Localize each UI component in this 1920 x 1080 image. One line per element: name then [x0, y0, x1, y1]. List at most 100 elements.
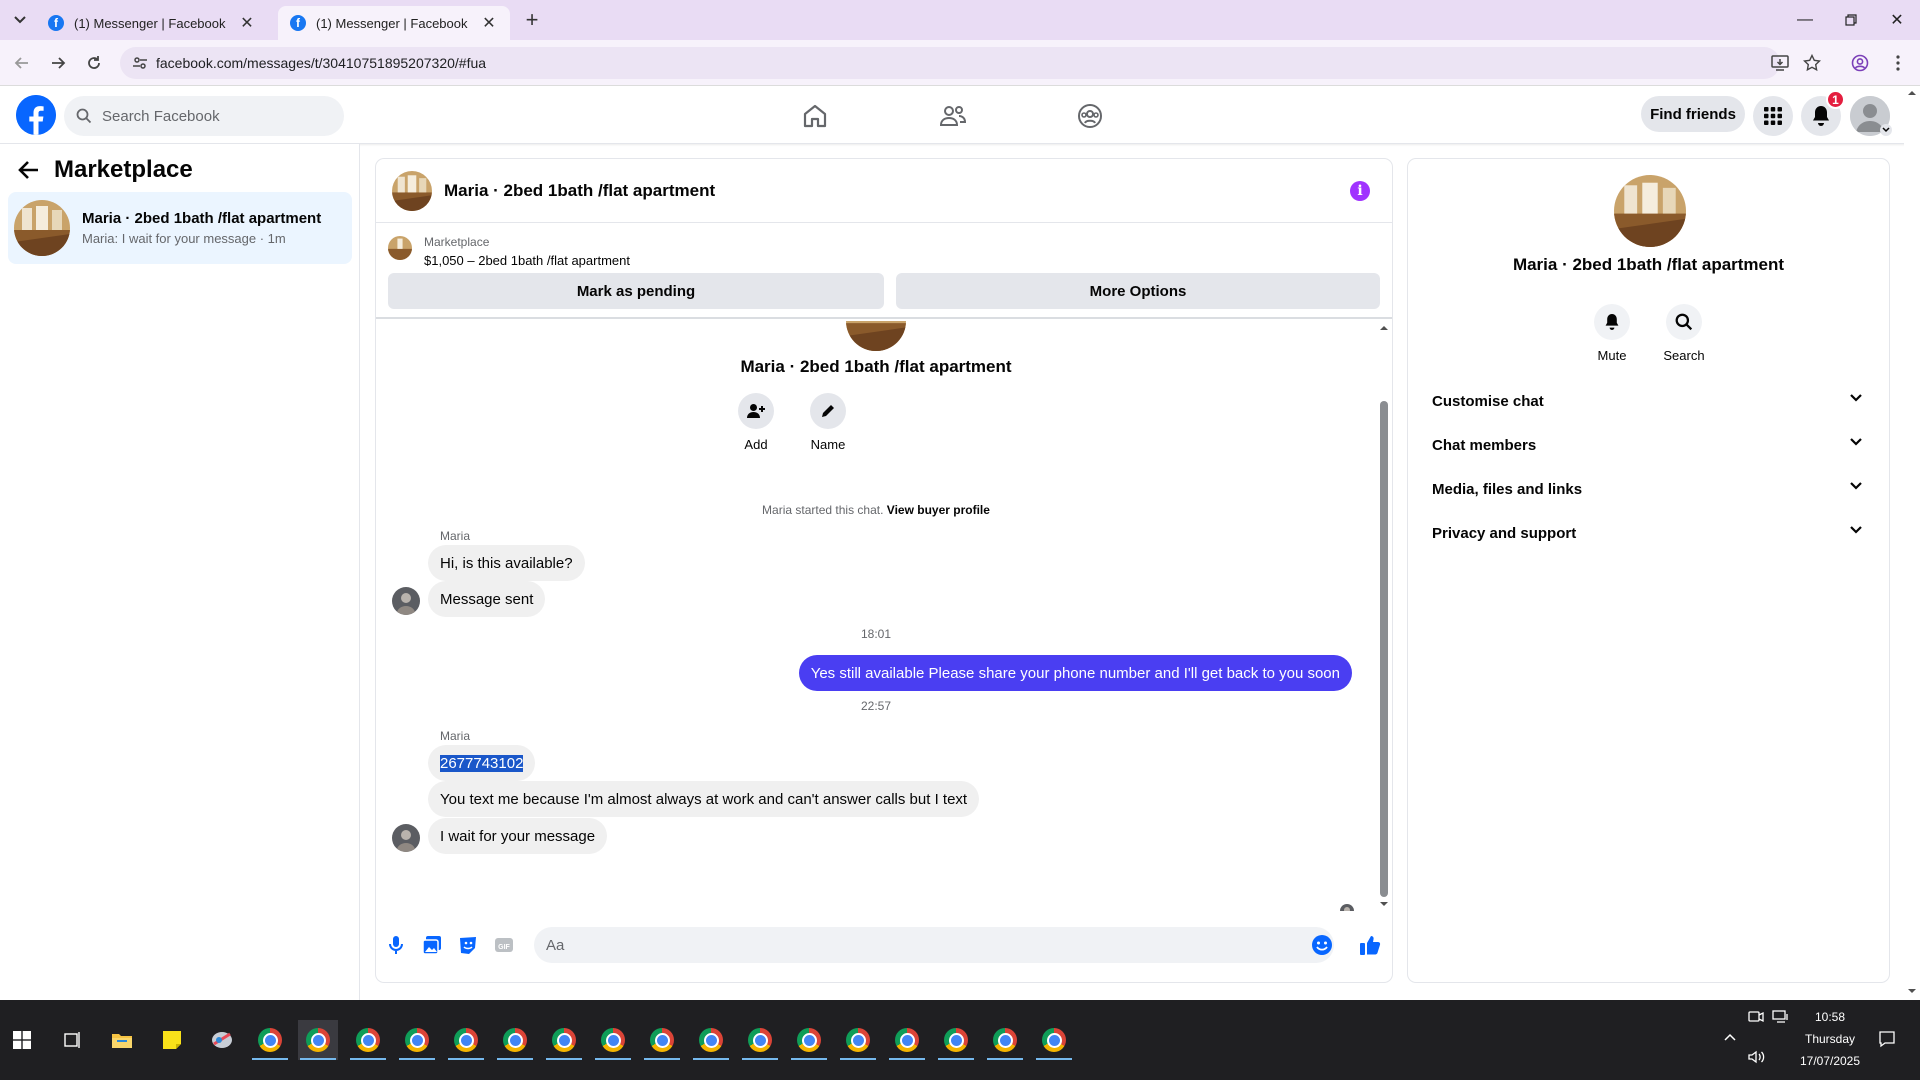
menu-grid-button[interactable] — [1753, 96, 1793, 136]
sender-avatar[interactable] — [392, 824, 420, 852]
clock-time[interactable]: 10:58 — [1800, 1010, 1860, 1024]
message-bubble[interactable]: You text me because I'm almost always at… — [428, 781, 980, 817]
back-arrow-icon[interactable] — [18, 160, 40, 180]
new-tab-button[interactable]: + — [520, 7, 544, 32]
windows-start-icon[interactable] — [2, 1020, 42, 1060]
chrome-window-icon[interactable] — [1034, 1020, 1074, 1060]
message-bubble[interactable]: 2677743102 — [428, 745, 536, 781]
add-people-button[interactable]: Add — [726, 393, 786, 452]
close-window-button[interactable]: ✕ — [1874, 0, 1920, 40]
mute-button[interactable]: Mute — [1582, 304, 1642, 363]
chrome-window-icon[interactable] — [250, 1020, 290, 1060]
back-button[interactable] — [10, 51, 34, 75]
chat-title[interactable]: Maria · 2bed 1bath /flat apartment — [444, 181, 715, 201]
chrome-window-icon[interactable] — [887, 1020, 927, 1060]
forward-button[interactable] — [46, 51, 70, 75]
facebook-search-input[interactable]: Search Facebook — [64, 96, 344, 136]
groups-icon[interactable] — [1072, 98, 1108, 134]
scroll-down-icon[interactable] — [1376, 899, 1392, 909]
message-bubble[interactable]: I wait for your message — [428, 818, 608, 854]
system-message-text: Maria started this chat. — [762, 503, 884, 517]
browser-tab-1[interactable]: f (1) Messenger | Facebook ✕ — [36, 6, 268, 40]
friends-icon[interactable] — [935, 98, 971, 134]
view-buyer-profile-link[interactable]: View buyer profile — [887, 503, 990, 517]
message-thread: Maria · 2bed 1bath /flat apartment Add N… — [376, 321, 1376, 911]
more-options-button[interactable]: More Options — [896, 273, 1380, 309]
chrome-window-icon[interactable] — [838, 1020, 878, 1060]
privacy-support-section[interactable]: Privacy and support — [1416, 511, 1881, 555]
url-field[interactable]: facebook.com/messages/t/3041075189520732… — [120, 47, 1780, 79]
sender-avatar[interactable] — [392, 587, 420, 615]
chrome-window-icon[interactable] — [397, 1020, 437, 1060]
thread-scrollbar[interactable] — [1376, 321, 1392, 911]
mark-as-pending-button[interactable]: Mark as pending — [388, 273, 884, 309]
hidden-icons-chevron-up-icon[interactable] — [1723, 1032, 1737, 1042]
chat-members-section[interactable]: Chat members — [1416, 423, 1881, 467]
scroll-up-icon[interactable] — [1904, 88, 1920, 98]
photo-icon[interactable] — [420, 933, 444, 957]
chrome-window-icon[interactable] — [691, 1020, 731, 1060]
notification-center-icon[interactable] — [1878, 1030, 1896, 1048]
task-view-icon[interactable] — [52, 1020, 92, 1060]
close-tab-icon[interactable]: ✕ — [480, 14, 498, 32]
message-input[interactable]: Aa — [534, 927, 1334, 963]
browser-tab-2[interactable]: f (1) Messenger | Facebook ✕ — [278, 6, 510, 40]
outgoing-message-bubble[interactable]: Yes still available Please share your ph… — [798, 655, 1352, 691]
bookmark-star-icon[interactable] — [1800, 51, 1824, 75]
like-thumbs-up-icon[interactable] — [1358, 933, 1382, 957]
meet-now-icon[interactable] — [1748, 1010, 1764, 1024]
facebook-logo-icon[interactable] — [16, 95, 56, 135]
chrome-window-icon[interactable] — [446, 1020, 486, 1060]
browser-menu-icon[interactable] — [1886, 51, 1910, 75]
emoji-icon[interactable] — [1310, 933, 1334, 957]
media-files-links-section[interactable]: Media, files and links — [1416, 467, 1881, 511]
close-tab-icon[interactable]: ✕ — [238, 14, 256, 32]
volume-icon[interactable] — [1748, 1050, 1766, 1064]
scroll-up-icon[interactable] — [1376, 323, 1392, 333]
listing-thumbnail[interactable] — [388, 236, 412, 260]
snipping-tool-icon[interactable] — [202, 1020, 242, 1060]
scroll-thumb[interactable] — [1380, 401, 1388, 897]
chevron-down-icon[interactable] — [1880, 124, 1892, 136]
chrome-window-icon[interactable] — [740, 1020, 780, 1060]
home-icon[interactable] — [797, 98, 833, 134]
page-scrollbar[interactable] — [1904, 86, 1920, 1000]
clock-date[interactable]: 17/07/2025 — [1796, 1054, 1864, 1068]
microphone-icon[interactable] — [384, 933, 408, 957]
sticker-icon[interactable] — [456, 933, 480, 957]
file-explorer-icon[interactable] — [102, 1020, 142, 1060]
chrome-window-icon[interactable] — [936, 1020, 976, 1060]
chrome-window-icon[interactable] — [642, 1020, 682, 1060]
customise-chat-section[interactable]: Customise chat — [1416, 379, 1881, 423]
chrome-window-icon[interactable] — [789, 1020, 829, 1060]
chrome-window-icon[interactable] — [348, 1020, 388, 1060]
info-icon[interactable]: i — [1350, 181, 1370, 201]
sticky-notes-icon[interactable] — [152, 1020, 192, 1060]
clock-day[interactable]: Thursday — [1800, 1032, 1860, 1046]
restore-button[interactable] — [1828, 0, 1874, 40]
chrome-window-icon[interactable] — [593, 1020, 633, 1060]
message-bubble[interactable]: Hi, is this available? — [428, 545, 585, 581]
install-app-icon[interactable] — [1768, 51, 1792, 75]
chrome-window-icon[interactable] — [544, 1020, 584, 1060]
chrome-window-icon[interactable] — [985, 1020, 1025, 1060]
scroll-down-icon[interactable] — [1904, 986, 1920, 996]
message-bubble[interactable]: Message sent — [428, 581, 546, 617]
search-in-chat-button[interactable]: Search — [1654, 304, 1714, 363]
name-chat-button[interactable]: Name — [798, 393, 858, 452]
reload-button[interactable] — [82, 51, 106, 75]
listing-price-title[interactable]: $1,050 – 2bed 1bath /flat apartment — [424, 253, 630, 268]
selected-phone-number[interactable]: 2677743102 — [440, 754, 524, 772]
minimize-button[interactable]: — — [1782, 0, 1828, 40]
tab-search-button[interactable] — [8, 8, 32, 32]
chrome-window-icon[interactable] — [495, 1020, 535, 1060]
site-info-icon[interactable] — [132, 55, 148, 71]
details-avatar[interactable] — [1614, 175, 1686, 247]
gif-icon[interactable]: GIF — [492, 933, 516, 957]
chrome-window-icon[interactable] — [298, 1020, 338, 1060]
find-friends-button[interactable]: Find friends — [1641, 96, 1745, 132]
chat-avatar[interactable] — [392, 170, 432, 211]
conversation-item[interactable]: Maria · 2bed 1bath /flat apartment Maria… — [8, 192, 352, 264]
profile-icon[interactable] — [1848, 51, 1872, 75]
network-icon[interactable] — [1772, 1010, 1790, 1024]
